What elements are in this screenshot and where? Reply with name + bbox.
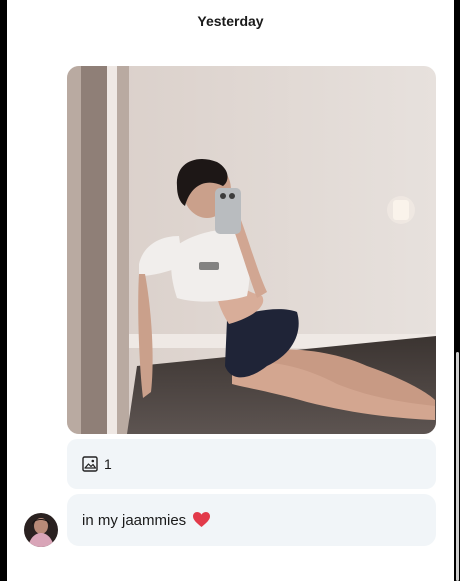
- avatar[interactable]: [24, 513, 58, 547]
- scrollbar[interactable]: [456, 352, 459, 581]
- date-separator: Yesterday: [197, 13, 264, 29]
- photo-attachment[interactable]: [67, 66, 436, 434]
- message-bubble[interactable]: in my jaammies: [67, 494, 436, 546]
- chat-panel: Yesterday 1 in my jaammies: [7, 0, 459, 581]
- message-text-row: in my jaammies: [82, 511, 211, 532]
- attachment-count: 1: [104, 456, 112, 472]
- red-heart-icon: [192, 511, 211, 532]
- image-icon: [82, 456, 98, 472]
- photo-icon: [67, 66, 436, 434]
- message-text: in my jaammies: [82, 512, 187, 529]
- attachment-count-card[interactable]: 1: [67, 439, 436, 489]
